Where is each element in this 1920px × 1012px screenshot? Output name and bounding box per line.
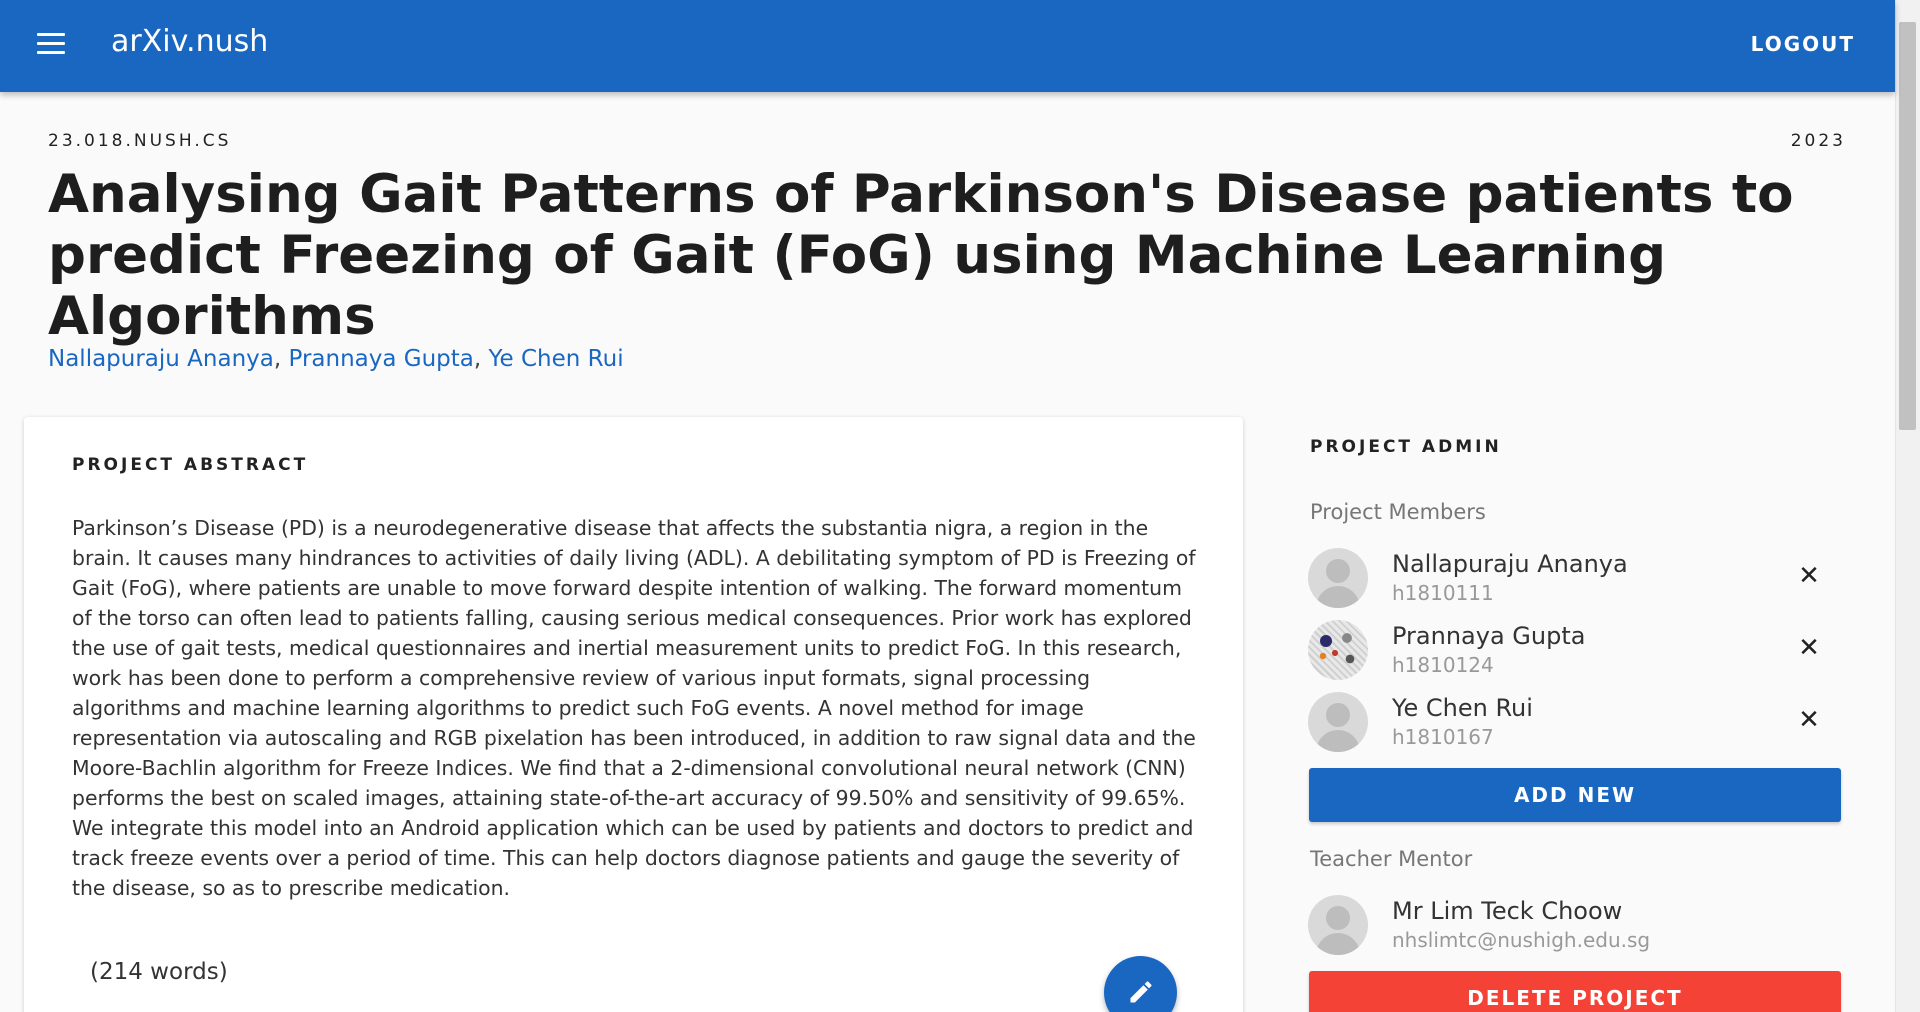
abstract-text: Parkinson’s Disease (PD) is a neurodegen… xyxy=(72,516,1196,900)
member-name: Prannaya Gupta xyxy=(1392,622,1586,650)
author-link[interactable]: Ye Chen Rui xyxy=(489,346,624,372)
logout-button[interactable]: LOGOUT xyxy=(1751,32,1855,56)
author-list: Nallapuraju Ananya, Prannaya Gupta, Ye C… xyxy=(48,346,624,372)
member-id: h1810167 xyxy=(1392,725,1494,749)
app-bar: arXiv.nush LOGOUT xyxy=(0,0,1895,92)
admin-heading: PROJECT ADMIN xyxy=(1310,437,1502,457)
member-name: Nallapuraju Ananya xyxy=(1392,550,1628,578)
pencil-icon xyxy=(1130,981,1152,1003)
member-id: h1810111 xyxy=(1392,581,1494,605)
mentor-name: Mr Lim Teck Choow xyxy=(1392,897,1623,925)
avatar xyxy=(1308,692,1368,752)
avatar xyxy=(1308,548,1368,608)
author-link[interactable]: Prannaya Gupta xyxy=(289,346,474,372)
close-icon[interactable]: ✕ xyxy=(1796,563,1822,589)
close-icon[interactable]: ✕ xyxy=(1796,635,1822,661)
avatar xyxy=(1308,620,1368,680)
mentor-email: nhslimtc@nushigh.edu.sg xyxy=(1392,928,1651,952)
paper-id: 23.018.NUSH.CS xyxy=(48,131,232,151)
add-new-member-button[interactable]: ADD NEW xyxy=(1309,768,1841,822)
author-separator: , xyxy=(273,346,289,372)
menu-icon[interactable] xyxy=(37,33,65,55)
member-name: Ye Chen Rui xyxy=(1392,694,1533,722)
member-row: Nallapuraju Ananya h1810111 ✕ xyxy=(1308,548,1828,612)
app-title[interactable]: arXiv.nush xyxy=(111,24,268,59)
paper-title: Analysing Gait Patterns of Parkinson's D… xyxy=(48,164,1794,347)
mentor-label: Teacher Mentor xyxy=(1310,847,1473,871)
word-count: (214 words) xyxy=(90,959,228,985)
abstract-heading: PROJECT ABSTRACT xyxy=(72,455,309,475)
paper-year: 2023 xyxy=(1790,131,1846,151)
members-label: Project Members xyxy=(1310,500,1486,524)
member-row: Ye Chen Rui h1810167 ✕ xyxy=(1308,692,1828,756)
delete-project-button[interactable]: DELETE PROJECT xyxy=(1309,971,1841,1012)
member-id: h1810124 xyxy=(1392,653,1494,677)
author-link[interactable]: Nallapuraju Ananya xyxy=(48,346,274,372)
page-scrollbar-thumb[interactable] xyxy=(1899,22,1916,430)
author-separator: , xyxy=(473,346,489,372)
mentor-row: Mr Lim Teck Choow nhslimtc@nushigh.edu.s… xyxy=(1308,895,1828,959)
member-row: Prannaya Gupta h1810124 ✕ xyxy=(1308,620,1828,684)
close-icon[interactable]: ✕ xyxy=(1796,707,1822,733)
avatar xyxy=(1308,895,1368,955)
